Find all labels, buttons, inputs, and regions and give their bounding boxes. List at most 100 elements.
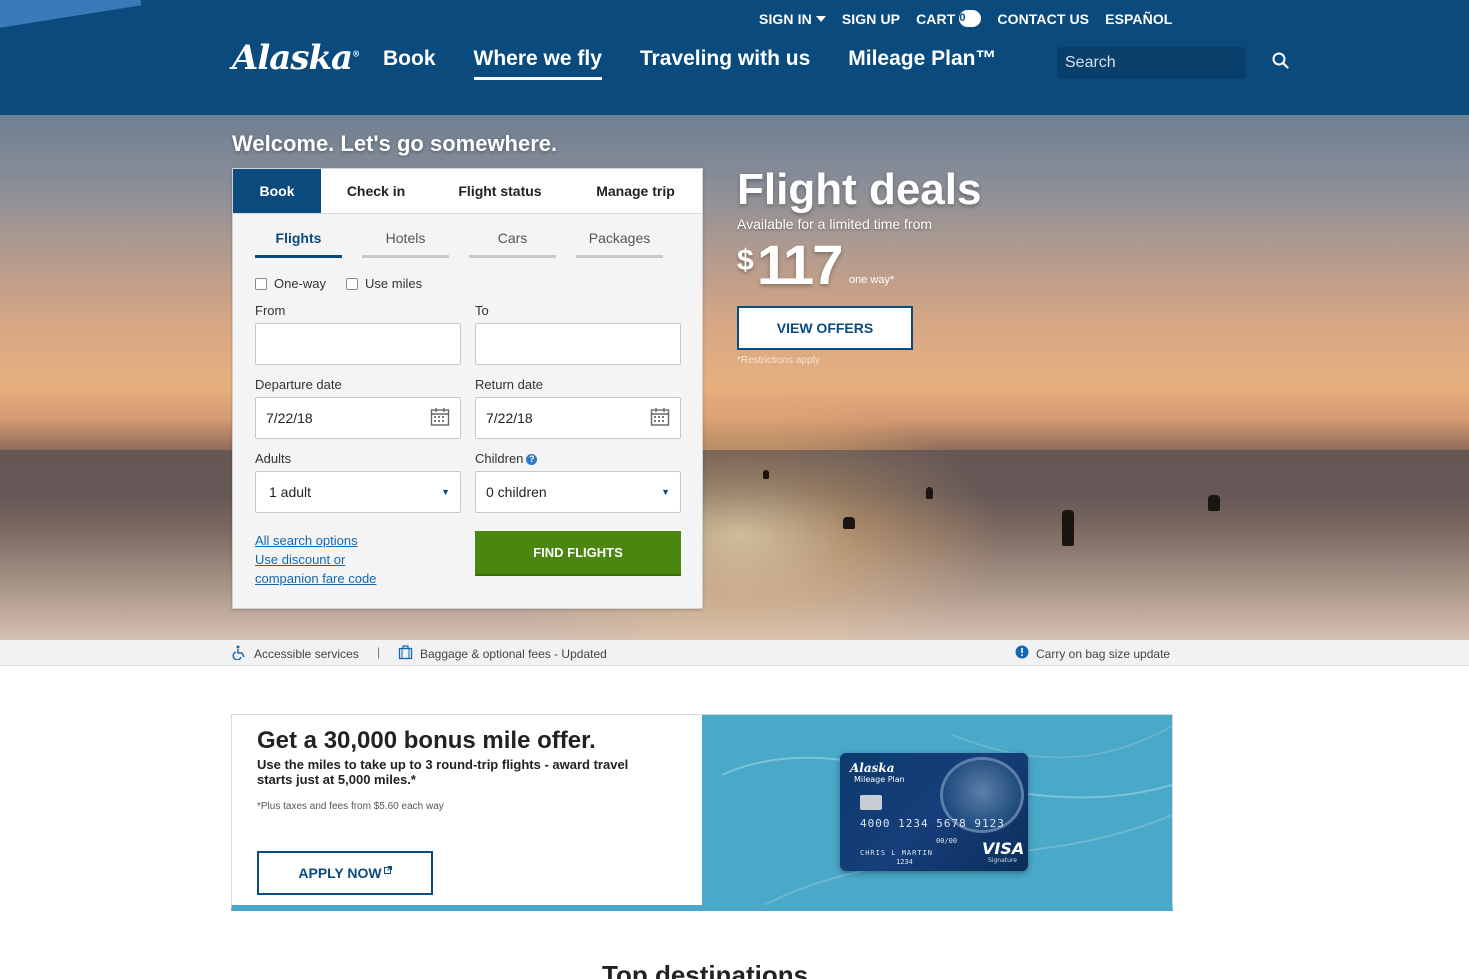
promo-description: Use the miles to take up to 3 round-trip…	[257, 757, 629, 787]
service-info-bar: Accessible services | Baggage & optional…	[0, 640, 1469, 666]
nav-mileage-plan[interactable]: Mileage Plan™	[848, 47, 996, 80]
welcome-heading: Welcome. Let's go somewhere.	[232, 131, 558, 156]
surfer-silhouette	[926, 487, 933, 499]
dropdown-arrow-icon: ▼	[441, 487, 450, 497]
surfer-silhouette	[1062, 510, 1074, 546]
promo-card-artwork: Alaska Mileage Plan 4000 1234 5678 9123 …	[702, 715, 1172, 905]
surfer-silhouette	[1208, 495, 1220, 511]
booking-subtabs: Flights Hotels Cars Packages	[255, 230, 663, 258]
nav-where-we-fly[interactable]: Where we fly	[473, 47, 602, 80]
return-date-value: 7/22/18	[486, 410, 533, 426]
subtab-flights[interactable]: Flights	[255, 230, 342, 258]
tab-book[interactable]: Book	[233, 169, 321, 213]
departure-date-label: Departure date	[255, 377, 342, 392]
restrictions-note: *Restrictions apply	[737, 355, 820, 366]
one-way-label: One-way	[274, 276, 327, 291]
nav-book[interactable]: Book	[383, 47, 436, 80]
carry-on-update-link[interactable]: Carry on bag size update	[1015, 645, 1170, 662]
discount-code-link-line1[interactable]: Use discount or	[255, 550, 376, 569]
use-miles-checkbox[interactable]	[346, 277, 359, 290]
help-icon[interactable]: ?	[526, 454, 538, 466]
card-logo: Alaska	[850, 761, 895, 775]
children-select[interactable]: 0 children ▼	[475, 471, 681, 513]
children-label-wrap: Children?	[475, 451, 538, 466]
registered-mark: ®	[352, 48, 360, 59]
visa-logo: VISA	[982, 839, 1025, 858]
hero-banner	[0, 115, 1469, 640]
tab-check-in[interactable]: Check in	[321, 169, 431, 213]
baggage-icon	[398, 645, 413, 663]
accessible-services-label: Accessible services	[254, 647, 359, 661]
baggage-fees-label: Baggage & optional fees - Updated	[420, 647, 607, 661]
search-input[interactable]	[1065, 54, 1272, 72]
to-field[interactable]	[475, 323, 681, 365]
card-tier: Signature	[988, 857, 1017, 864]
departure-date-field[interactable]: 7/22/18	[255, 397, 461, 439]
apply-now-button[interactable]: APPLY NOW	[257, 851, 433, 895]
sign-in-label: SIGN IN	[759, 10, 812, 27]
search-icon[interactable]	[1272, 52, 1289, 74]
external-link-icon	[383, 861, 392, 877]
alaska-logo[interactable]: Alaska®	[232, 38, 360, 78]
children-value: 0 children	[486, 484, 547, 500]
discount-code-link-line2[interactable]: companion fare code	[255, 569, 376, 588]
use-miles-option[interactable]: Use miles	[346, 276, 422, 291]
logo-text: Alaska	[232, 38, 353, 78]
dropdown-arrow-icon: ▼	[661, 487, 670, 497]
accessible-services-link[interactable]: Accessible services	[232, 645, 359, 663]
ocean-image	[0, 450, 1469, 640]
return-date-label: Return date	[475, 377, 543, 392]
all-search-options-link[interactable]: All search options	[255, 531, 376, 550]
adults-value: 1 adult	[269, 484, 312, 500]
one-way-option[interactable]: One-way	[255, 276, 326, 291]
site-header: SIGN IN SIGN UP CART 0 CONTACT US ESPAÑOL…	[0, 0, 1469, 115]
chevron-down-icon	[815, 15, 826, 22]
cart-count-badge: 0	[959, 10, 982, 27]
calendar-icon[interactable]	[430, 407, 450, 430]
booking-tabs: Book Check in Flight status Manage trip	[233, 169, 702, 214]
booking-widget: Book Check in Flight status Manage trip …	[232, 168, 703, 609]
deal-price: $ 117 one way*	[737, 233, 981, 296]
language-link[interactable]: ESPAÑOL	[1105, 10, 1172, 27]
subtab-cars[interactable]: Cars	[469, 230, 556, 258]
promo-title: Get a 30,000 bonus mile offer.	[257, 727, 596, 754]
baggage-fees-link[interactable]: Baggage & optional fees - Updated	[398, 645, 607, 663]
divider: |	[377, 645, 381, 659]
apply-now-label: APPLY NOW	[298, 865, 382, 881]
tab-manage-trip[interactable]: Manage trip	[569, 169, 702, 213]
subtab-hotels[interactable]: Hotels	[362, 230, 449, 258]
carry-on-update-label: Carry on bag size update	[1036, 646, 1171, 661]
contact-us-link[interactable]: CONTACT US	[997, 10, 1089, 27]
return-date-field[interactable]: 7/22/18	[475, 397, 681, 439]
departure-date-value: 7/22/18	[266, 410, 313, 426]
find-flights-button[interactable]: FIND FLIGHTS	[475, 531, 681, 576]
price-amount: 117	[757, 233, 843, 296]
trip-options: One-way Use miles	[255, 276, 422, 291]
sign-up-link[interactable]: SIGN UP	[842, 10, 900, 27]
card-expiry: 00/00	[936, 837, 958, 845]
from-field[interactable]	[255, 323, 461, 365]
adults-select[interactable]: 1 adult ▼	[255, 471, 461, 513]
site-search	[1057, 47, 1289, 79]
card-number: 4000 1234 5678 9123	[860, 817, 1005, 830]
nav-traveling-with-us[interactable]: Traveling with us	[640, 47, 810, 80]
subtab-packages[interactable]: Packages	[576, 230, 663, 258]
calendar-icon[interactable]	[650, 407, 670, 430]
surfer-silhouette	[763, 470, 769, 479]
view-offers-button[interactable]: VIEW OFFERS	[737, 306, 913, 350]
promo-fine-print: *Plus taxes and fees from $5.60 each way	[257, 801, 444, 812]
wheelchair-icon	[232, 645, 247, 663]
cart-link[interactable]: CART 0	[916, 10, 982, 27]
deals-title: Flight deals	[737, 165, 982, 214]
tab-flight-status[interactable]: Flight status	[431, 169, 569, 213]
from-label: From	[255, 303, 286, 318]
card-id: 1234	[896, 858, 913, 866]
use-miles-label: Use miles	[365, 276, 423, 291]
price-currency: $	[737, 244, 754, 277]
main-nav: Book Where we fly Traveling with us Mile…	[383, 47, 996, 80]
one-way-checkbox[interactable]	[255, 277, 267, 290]
sign-in-link[interactable]: SIGN IN	[759, 10, 826, 27]
utility-nav: SIGN IN SIGN UP CART 0 CONTACT US ESPAÑOL	[759, 10, 1172, 27]
children-label: Children	[475, 451, 524, 466]
search-links: All search options Use discount or compa…	[255, 531, 376, 588]
